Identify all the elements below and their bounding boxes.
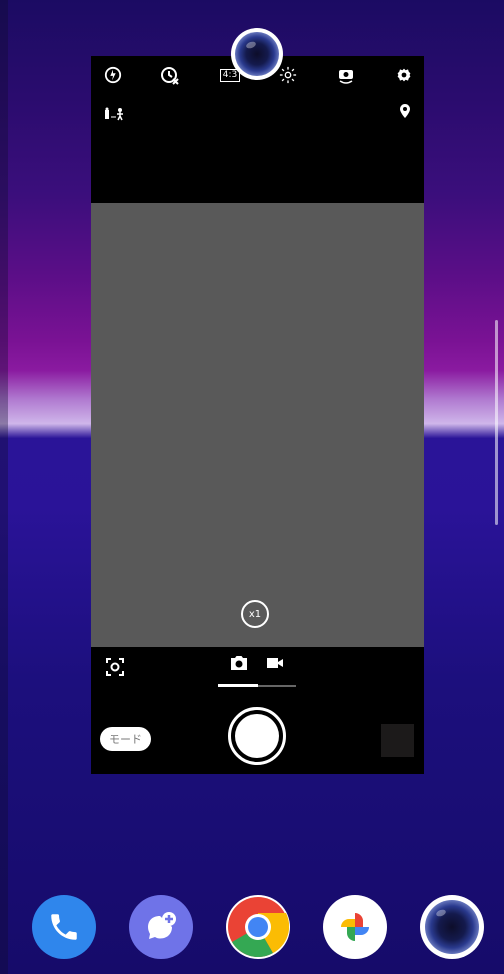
- gallery-thumbnail[interactable]: [381, 724, 414, 757]
- phone-icon[interactable]: [32, 895, 96, 959]
- camera-lens-icon: [235, 32, 279, 76]
- screen-edge: [0, 0, 8, 974]
- messages-icon[interactable]: [129, 895, 193, 959]
- scene-mode-icon: [105, 107, 123, 121]
- camera-app-icon[interactable]: [231, 28, 283, 80]
- mode-button-label: モード: [109, 733, 142, 746]
- flash-auto-icon[interactable]: [103, 65, 123, 85]
- chrome-icon[interactable]: [226, 895, 290, 959]
- brightness-icon[interactable]: [278, 65, 298, 85]
- camera-lens-icon: [425, 900, 479, 954]
- lens-scan-icon[interactable]: [105, 657, 127, 679]
- recents-scroll-handle[interactable]: [495, 320, 498, 525]
- dock: [0, 892, 504, 974]
- shutter-button[interactable]: [228, 707, 286, 765]
- photos-icon[interactable]: [323, 895, 387, 959]
- shutter-inner: [235, 714, 279, 758]
- location-icon: [400, 104, 410, 122]
- camera-viewfinder[interactable]: [91, 203, 424, 647]
- camera-bottom-panel: モード: [91, 647, 424, 774]
- switch-camera-icon[interactable]: [336, 65, 356, 85]
- zoom-label: x1: [248, 608, 262, 620]
- tab-indicator: [218, 684, 258, 687]
- settings-icon[interactable]: [394, 65, 414, 85]
- camera-icon[interactable]: [420, 895, 484, 959]
- scene-indicator: [103, 106, 127, 122]
- photo-icon[interactable]: [230, 655, 254, 677]
- camera-app-card[interactable]: 4:3 x1 モード: [91, 56, 424, 774]
- timer-off-icon[interactable]: [160, 65, 180, 85]
- mode-button[interactable]: モード: [100, 727, 151, 751]
- zoom-button[interactable]: x1: [241, 600, 269, 628]
- capture-mode-tabs: [218, 655, 298, 687]
- video-icon[interactable]: [266, 655, 290, 677]
